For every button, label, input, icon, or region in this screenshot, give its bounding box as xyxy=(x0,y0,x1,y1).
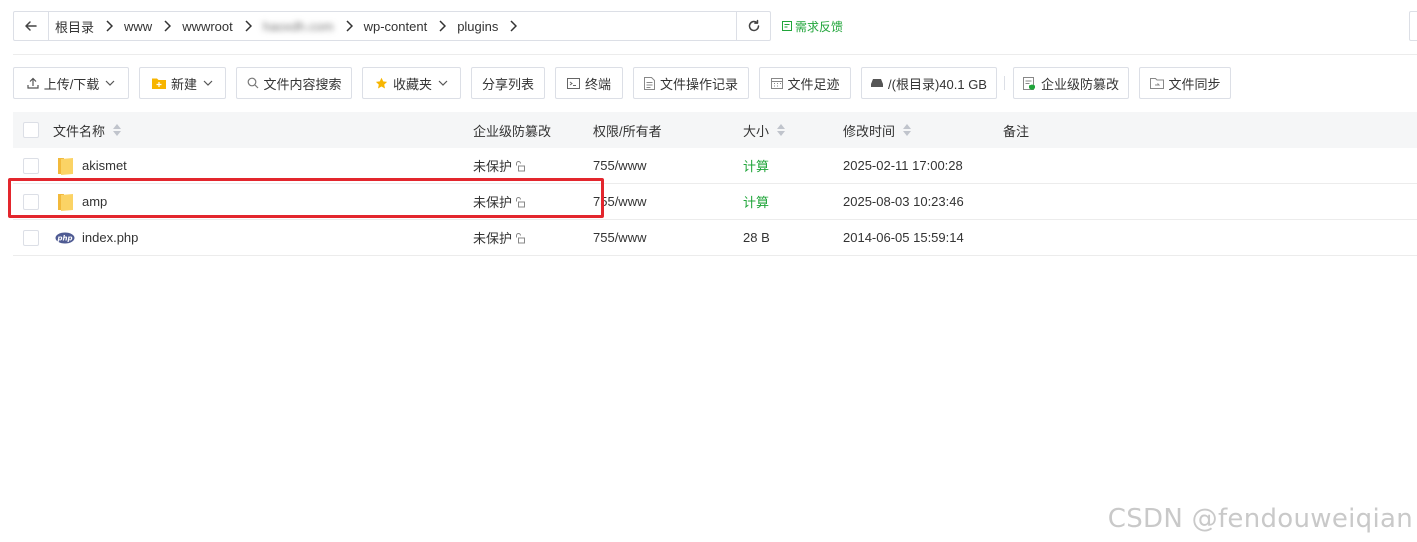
protect-cell[interactable]: 未保护 xyxy=(473,228,526,247)
breadcrumb-item-wwwroot[interactable]: wwwroot xyxy=(182,19,233,34)
file-name[interactable]: index.php xyxy=(82,230,138,245)
share-list-button[interactable]: 分享列表 xyxy=(471,67,545,99)
breadcrumb-item-root[interactable]: 根目录 xyxy=(55,17,94,36)
lock-icon xyxy=(516,196,526,207)
mtime-cell: 2014-06-05 15:59:14 xyxy=(843,230,964,245)
size-calculate-link[interactable]: 计算 xyxy=(743,192,769,211)
lock-icon xyxy=(516,160,526,171)
refresh-icon xyxy=(748,19,759,32)
new-button[interactable]: 新建 xyxy=(139,67,226,99)
chevron-down-icon xyxy=(438,80,448,86)
sort-icon xyxy=(113,124,122,136)
toolbar-divider xyxy=(1004,76,1005,90)
column-header-size[interactable]: 大小 xyxy=(743,121,786,140)
operation-log-button[interactable]: 文件操作记录 xyxy=(633,67,749,99)
file-name-cell[interactable]: amp xyxy=(57,192,107,212)
breadcrumb: 根目录 www wwwroot haoxdh.com wp-content pl… xyxy=(49,12,736,40)
star-icon xyxy=(375,77,388,88)
permission-cell[interactable]: 755/www xyxy=(593,158,646,173)
folder-icon xyxy=(58,157,73,175)
table-row[interactable]: amp 未保护 755/www 计算 2025-08-03 10:23:46 xyxy=(13,184,1417,220)
breadcrumb-item-wp-content[interactable]: wp-content xyxy=(364,19,428,34)
size-cell: 28 B xyxy=(743,230,770,245)
breadcrumb-item-site[interactable]: haoxdh.com xyxy=(263,19,334,34)
back-button[interactable] xyxy=(14,12,49,40)
column-header-mtime[interactable]: 修改时间 xyxy=(843,121,912,140)
protect-cell[interactable]: 未保护 xyxy=(473,156,526,175)
toolbar: 上传/下载 新建 文件内容搜索 收藏夹 分享列表 终端 文件操作记录 文件足迹 … xyxy=(13,67,1241,99)
breadcrumb-item-plugins[interactable]: plugins xyxy=(457,19,498,34)
row-checkbox[interactable] xyxy=(23,157,39,174)
shield-document-icon xyxy=(1023,76,1035,90)
file-name[interactable]: akismet xyxy=(82,158,127,173)
permission-cell[interactable]: 755/www xyxy=(593,194,646,209)
new-folder-icon xyxy=(152,78,166,89)
table-row[interactable]: php index.php 未保护 755/www 28 B 2014-06-0… xyxy=(13,220,1417,256)
chevron-down-icon xyxy=(105,80,115,86)
tamper-proof-button[interactable]: 企业级防篡改 xyxy=(1013,67,1129,99)
column-header-protect: 企业级防篡改 xyxy=(473,123,552,139)
row-checkbox[interactable] xyxy=(23,193,39,210)
feedback-label: 需求反馈 xyxy=(795,19,844,34)
sync-folder-icon xyxy=(1149,78,1164,89)
divider xyxy=(13,54,1417,55)
chevron-right-icon xyxy=(233,20,263,32)
terminal-button[interactable]: 终端 xyxy=(555,67,623,99)
chevron-right-icon xyxy=(334,20,364,32)
file-footprint-button[interactable]: 文件足迹 xyxy=(759,67,851,99)
protect-cell[interactable]: 未保护 xyxy=(473,192,526,211)
php-file-icon: php xyxy=(55,232,75,243)
feedback-icon xyxy=(782,21,792,31)
watermark: CSDN @fendouweiqian xyxy=(1107,504,1413,534)
search-icon xyxy=(247,77,258,89)
terminal-icon xyxy=(567,77,580,89)
column-header-name[interactable]: 文件名称 xyxy=(53,121,122,140)
chevron-right-icon xyxy=(427,20,457,32)
refresh-button[interactable] xyxy=(736,12,770,40)
select-all-checkbox[interactable] xyxy=(23,122,39,138)
size-calculate-link[interactable]: 计算 xyxy=(743,156,769,175)
upload-download-button[interactable]: 上传/下载 xyxy=(13,67,129,99)
lock-icon xyxy=(516,232,526,243)
permission-cell[interactable]: 755/www xyxy=(593,230,646,245)
address-bar: 根目录 www wwwroot haoxdh.com wp-content pl… xyxy=(13,11,771,41)
right-panel-button[interactable] xyxy=(1409,11,1417,41)
arrow-left-icon xyxy=(25,21,37,31)
content-search-button[interactable]: 文件内容搜索 xyxy=(236,67,352,99)
file-name[interactable]: amp xyxy=(82,194,107,209)
favorites-button[interactable]: 收藏夹 xyxy=(362,67,461,99)
chevron-right-icon xyxy=(94,20,124,32)
address-bar-row: 根目录 www wwwroot haoxdh.com wp-content pl… xyxy=(13,11,843,41)
disk-usage-button[interactable]: /(根目录)40.1 GB xyxy=(861,67,997,99)
file-name-cell[interactable]: php index.php xyxy=(55,230,138,245)
column-header-permission: 权限/所有者 xyxy=(593,123,662,139)
mtime-cell: 2025-08-03 10:23:46 xyxy=(843,194,964,209)
breadcrumb-item-www[interactable]: www xyxy=(124,19,152,34)
folder-icon xyxy=(58,193,73,211)
row-checkbox[interactable] xyxy=(23,229,39,246)
document-icon xyxy=(644,76,655,90)
sort-icon xyxy=(903,124,912,136)
chevron-right-icon xyxy=(498,20,528,32)
table-row[interactable]: akismet 未保护 755/www 计算 2025-02-11 17:00:… xyxy=(13,148,1417,184)
sort-icon xyxy=(777,124,786,136)
calendar-icon xyxy=(770,78,783,89)
svg-text:php: php xyxy=(56,234,72,242)
chevron-down-icon xyxy=(203,80,213,86)
chevron-right-icon xyxy=(152,20,182,32)
file-name-cell[interactable]: akismet xyxy=(57,156,127,176)
upload-icon xyxy=(27,77,39,89)
table-header: 文件名称 企业级防篡改 权限/所有者 大小 修改时间 备注 xyxy=(13,112,1417,148)
file-sync-button[interactable]: 文件同步 xyxy=(1139,67,1231,99)
feedback-link[interactable]: 需求反馈 xyxy=(781,18,843,35)
mtime-cell: 2025-02-11 17:00:28 xyxy=(843,158,963,173)
column-header-note: 备注 xyxy=(1003,123,1030,139)
disk-icon xyxy=(871,79,884,87)
